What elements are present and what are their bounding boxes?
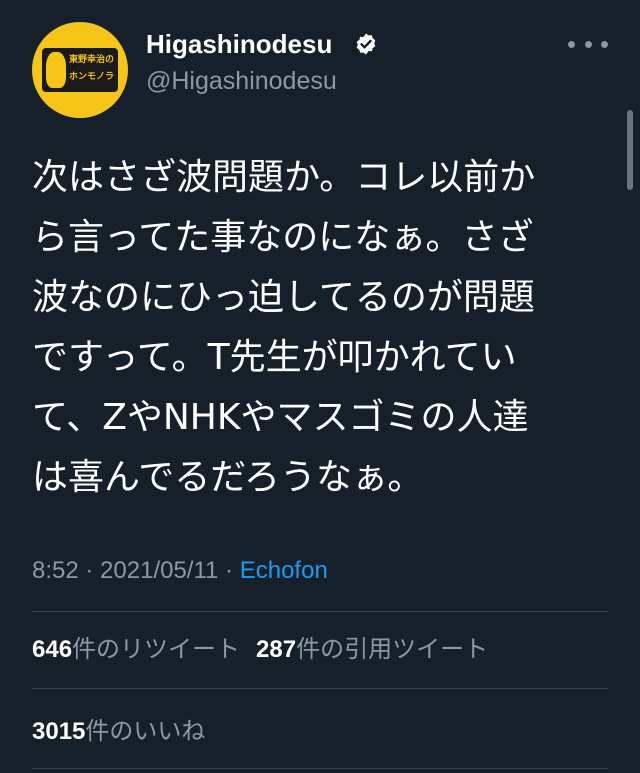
tweet-text-line: 次はさざ波問題か。コレ以前か bbox=[32, 157, 536, 198]
author-avatar[interactable]: 東野幸治の ホンモノラジオ bbox=[32, 22, 128, 118]
likes-stats-row: 3015件のいいね bbox=[32, 716, 205, 747]
tweet-time[interactable]: 8:52 bbox=[32, 557, 79, 584]
tweet-text: 次はさざ波問題か。コレ以前か ら言ってた事なのになぁ。さざ 波なのにひっ迫してる… bbox=[32, 148, 592, 508]
likes-label: 件のいいね bbox=[85, 717, 206, 745]
author-handle[interactable]: @Higashinodesu bbox=[146, 66, 337, 96]
more-dot-icon bbox=[568, 40, 575, 48]
quotes-stat[interactable]: 287件の引用ツイート bbox=[256, 635, 488, 663]
tweet-date[interactable]: 2021/05/11 bbox=[100, 557, 218, 584]
verified-badge-icon bbox=[356, 33, 376, 55]
divider bbox=[32, 611, 608, 612]
quotes-label: 件の引用ツイート bbox=[296, 635, 489, 663]
tweet-text-line: 波なのにひっ迫してるのが問題 bbox=[32, 277, 535, 318]
tweet-text-line: て、ZやNHKやマスゴミの人達 bbox=[32, 397, 529, 438]
avatar-face-icon bbox=[46, 52, 66, 88]
tweet-text-line: は喜んでるだろうなぁ。 bbox=[32, 457, 424, 498]
avatar-logo-line2: ホンモノラジオ bbox=[69, 72, 115, 82]
retweets-label: 件のリツイート bbox=[72, 635, 241, 663]
more-options-button[interactable] bbox=[568, 32, 608, 56]
tweet-source-link[interactable]: Echofon bbox=[240, 557, 328, 584]
likes-count: 3015 bbox=[32, 718, 86, 745]
avatar-logo-text: 東野幸治の ホンモノラジオ bbox=[69, 52, 115, 86]
meta-separator: · bbox=[78, 557, 101, 584]
author-display-name[interactable]: Higashinodesu bbox=[146, 28, 332, 60]
divider bbox=[32, 768, 608, 769]
avatar-logo: 東野幸治の ホンモノラジオ bbox=[42, 48, 118, 92]
avatar-logo-line1: 東野幸治の bbox=[69, 55, 115, 65]
meta-separator: · bbox=[218, 557, 240, 584]
scrollbar-thumb[interactable] bbox=[627, 110, 633, 190]
retweets-count: 646 bbox=[32, 636, 73, 663]
retweets-stat[interactable]: 646件のリツイート bbox=[32, 635, 240, 663]
more-dot-icon bbox=[601, 40, 608, 48]
likes-stat[interactable]: 3015件のいいね bbox=[32, 717, 205, 745]
divider bbox=[32, 688, 608, 689]
engagement-stats-row: 646件のリツイート 287件の引用ツイート bbox=[32, 634, 488, 665]
tweet-text-line: ですって。T先生が叩かれてい bbox=[32, 337, 517, 378]
tweet-metadata: 8:52 · 2021/05/11 · Echofon bbox=[32, 556, 328, 586]
quotes-count: 287 bbox=[256, 636, 297, 663]
tweet-detail-page: 東野幸治の ホンモノラジオ Higashinodesu @Higashinode… bbox=[0, 0, 640, 773]
tweet-text-line: ら言ってた事なのになぁ。さざ bbox=[32, 217, 534, 258]
more-dot-icon bbox=[584, 40, 592, 48]
